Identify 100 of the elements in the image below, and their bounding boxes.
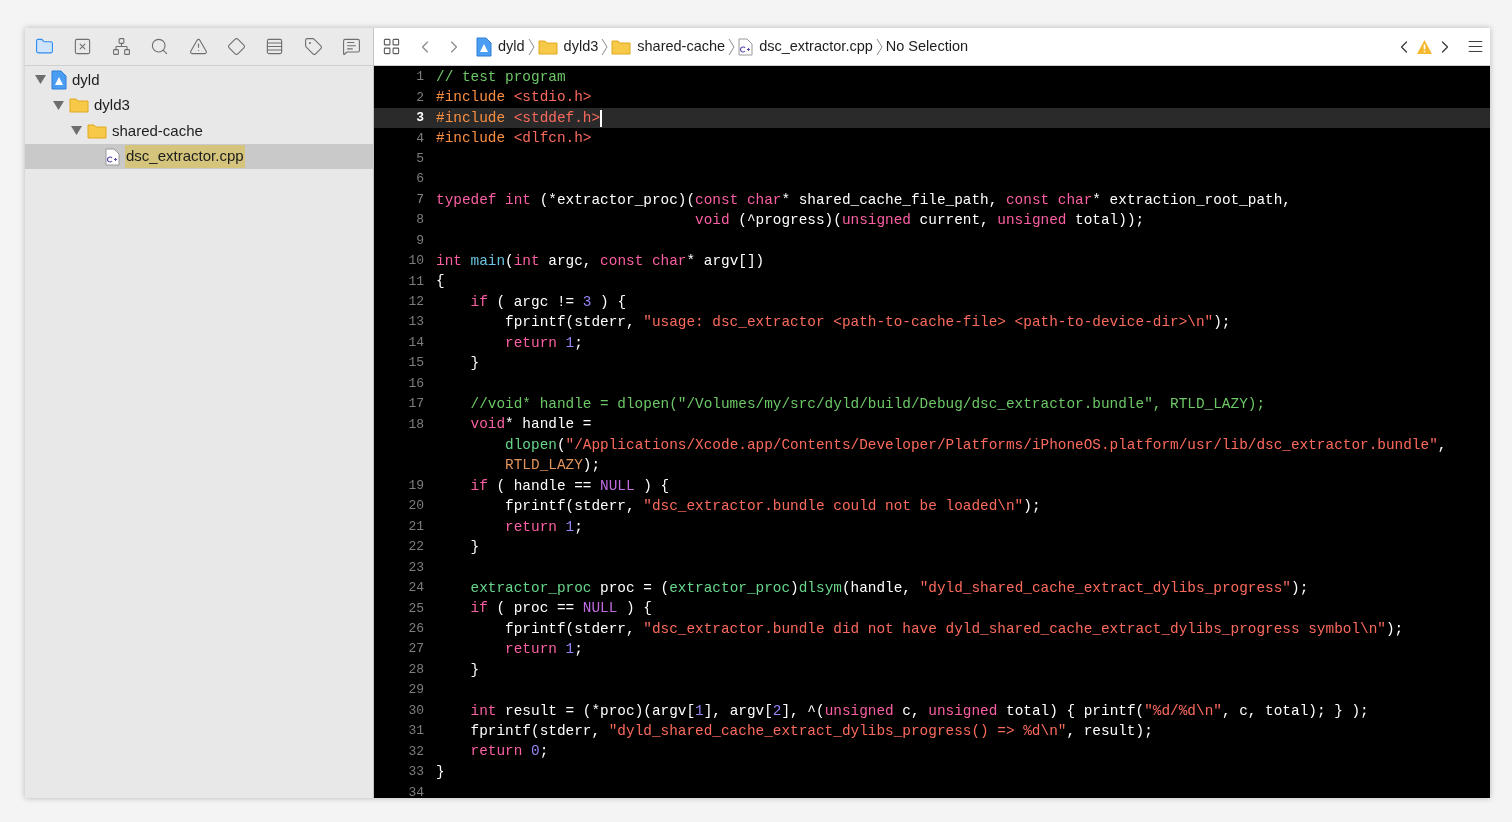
line-number: 8 [416, 212, 424, 229]
line-number: 24 [408, 580, 424, 597]
disclosure-triangle-icon[interactable] [71, 125, 82, 137]
line-number: 31 [408, 723, 424, 740]
code-line: fprintf(stderr, "dyld_shared_cache_extract_dylibs_progress() => %d\n", result); [469, 722, 1153, 741]
code-line: RTLD_LAZY); [504, 456, 601, 476]
file-name: dyld [72, 69, 100, 90]
code-line: // test program [436, 68, 566, 87]
code-line: void* handle = [469, 415, 592, 435]
line-number: 16 [408, 375, 424, 392]
line-number: 22 [408, 539, 424, 556]
line-number: 12 [408, 294, 424, 311]
code-line: typedef int (*extractor_proc)(const char* shared_cache_file_path, const char* extraction_root_path, [436, 190, 1291, 210]
tree-row[interactable]: dsc_extractor.cpp [25, 143, 373, 170]
line-number: 13 [408, 314, 424, 331]
line-number: 32 [408, 743, 424, 760]
text-cursor [600, 109, 602, 127]
code-line: void (^progress)(unsigned current, unsigned total)); [694, 211, 1145, 231]
warning-icon[interactable] [188, 37, 208, 56]
line-number: 1 [416, 69, 424, 86]
diamond-icon[interactable] [226, 37, 246, 56]
line-number: 3 [416, 110, 424, 127]
search-icon[interactable] [150, 37, 170, 56]
path-item[interactable]: dyld3 [563, 35, 599, 58]
line-number: 33 [408, 764, 424, 781]
line-number: 17 [408, 396, 424, 413]
code-line: fprintf(stderr, "dsc_extractor.bundle could not be loaded\n"); [504, 497, 1041, 517]
line-number: 2 [416, 89, 424, 106]
boxed-x-icon[interactable] [73, 37, 93, 56]
source-file-icon [738, 37, 754, 56]
code-line: extractor_proc proc = (extractor_proc)dlsym(handle, "dyld_shared_cache_extract_dylibs_progress"); [469, 578, 1309, 598]
code-line: } [469, 538, 480, 558]
code-line: if ( argc != 3 ) { [469, 292, 626, 312]
path-separator-icon [728, 37, 736, 56]
code-line: return 1; [504, 640, 583, 660]
line-number: 29 [408, 682, 424, 699]
code-line: return 1; [504, 517, 583, 537]
line-number: 27 [408, 641, 424, 658]
line-number: 7 [416, 191, 424, 208]
tree-row[interactable]: dyld3 [25, 92, 373, 119]
lines-icon[interactable] [1467, 38, 1484, 55]
code-editor[interactable] [374, 66, 1490, 798]
code-line: fprintf(stderr, "dsc_extractor.bundle did not have dyld_shared_cache_extract_dylibs_progress symbol\n"); [504, 619, 1404, 639]
code-line: dlopen("/Applications/Xcode.app/Contents/Developer/Platforms/iPhoneOS.platform/usr/lib/dsc_extractor.bundle", [504, 435, 1447, 455]
code-line: if ( proc == NULL ) { [469, 599, 652, 619]
code-line: //void* handle = dlopen("/Volumes/my/src/dyld/build/Debug/dsc_extractor.bundle", RTLD_LAZY); [469, 395, 1266, 414]
line-number: 14 [408, 334, 424, 351]
speech-bubble-icon[interactable] [342, 37, 362, 56]
path-separator-icon [875, 37, 883, 56]
code-line: int main(int argc, const char* argv[]) [436, 251, 765, 271]
line-number: 15 [408, 355, 424, 372]
tree-row[interactable]: shared-cache [25, 118, 373, 144]
code-line: int result = (*proc)(argv[1], argv[2], ^(unsigned c, unsigned total) { printf("%d/%d\n", c, total); } ); [469, 701, 1369, 721]
file-name: dyld3 [94, 95, 130, 116]
line-number: 4 [416, 130, 424, 147]
tree-row[interactable]: dyld [25, 67, 373, 93]
path-item[interactable]: No Selection [885, 35, 968, 58]
line-number: 19 [408, 477, 424, 494]
file-name: shared-cache [112, 120, 203, 141]
code-line: } [469, 660, 480, 680]
source-file-icon [105, 147, 120, 166]
disclosure-triangle-icon[interactable] [53, 99, 64, 111]
file-name: dsc_extractor.cpp [125, 145, 245, 168]
code-line: fprintf(stderr, "usage: dsc_extractor <path-to-cache-file> <path-to-device-dir>\n"); [504, 313, 1231, 333]
line-number: 34 [408, 784, 424, 798]
code-line: return 1; [504, 333, 583, 353]
line-number: 21 [408, 518, 424, 535]
tag-icon[interactable] [303, 37, 323, 56]
folder-icon [87, 123, 107, 139]
code-line: return 0; [469, 742, 549, 762]
path-item[interactable]: dyld [498, 35, 525, 58]
folder-icon [69, 97, 89, 114]
line-number: 25 [408, 600, 424, 617]
path-item[interactable]: shared-cache [637, 35, 726, 58]
line-number: 28 [408, 661, 424, 678]
disclosure-triangle-icon[interactable] [35, 74, 46, 86]
line-number: 18 [408, 416, 424, 433]
hierarchy-icon[interactable] [111, 37, 131, 56]
code-line: #include <dlfcn.h> [436, 129, 592, 149]
path-separator-icon [527, 37, 535, 56]
code-line: #include <stdio.h> [436, 88, 592, 108]
folder-icon[interactable] [35, 37, 54, 56]
project-file-icon [476, 36, 492, 57]
code-line: } [436, 762, 445, 782]
line-number: 6 [416, 171, 424, 188]
code-line: } [469, 354, 480, 374]
line-number: 5 [416, 150, 424, 167]
folder-icon [537, 38, 558, 55]
grid-icon[interactable] [382, 37, 401, 56]
path-separator-icon [601, 37, 609, 56]
line-number: 23 [408, 559, 424, 576]
line-number: 30 [408, 702, 424, 719]
list-icon[interactable] [265, 37, 285, 56]
path-item[interactable]: dsc_extractor.cpp [759, 35, 873, 58]
project-file-icon [51, 69, 67, 90]
folder-icon [611, 38, 632, 55]
code-line: #include <stddef.h> [436, 108, 601, 128]
line-number: 10 [408, 253, 424, 270]
line-number: 9 [416, 232, 424, 249]
line-number: 20 [408, 498, 424, 515]
